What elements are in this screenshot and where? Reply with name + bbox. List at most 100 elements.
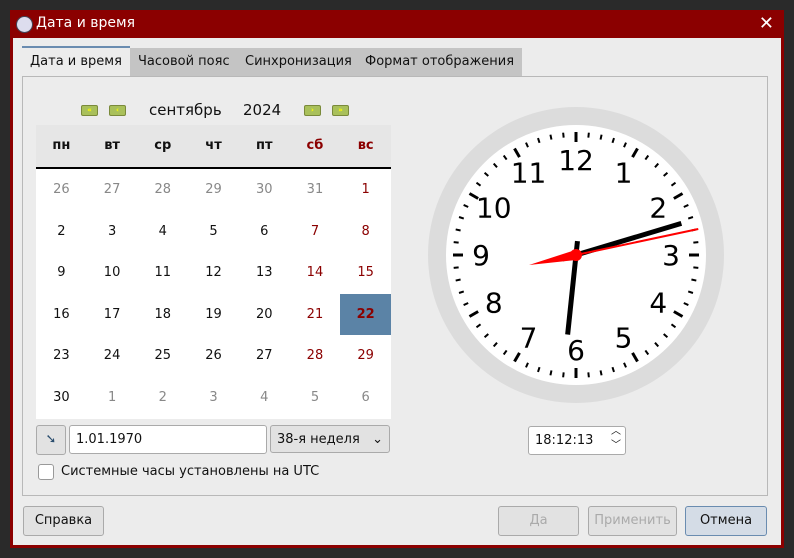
- clock-number: 6: [567, 334, 585, 367]
- calendar-day[interactable]: 26: [36, 169, 87, 211]
- calendar-day[interactable]: 3: [87, 211, 138, 253]
- clock-tick: [453, 241, 459, 244]
- close-button[interactable]: ✕: [759, 13, 774, 34]
- utc-checkbox-label[interactable]: Системные часы установлены на UTC: [61, 464, 319, 479]
- today-button[interactable]: ➘: [36, 425, 66, 455]
- utc-checkbox[interactable]: [38, 464, 54, 480]
- weekday-5: сб: [306, 138, 324, 153]
- ok-button[interactable]: Да: [498, 506, 579, 536]
- clock-tick: [587, 372, 590, 378]
- clock-tick: [549, 134, 553, 140]
- clock-number: 4: [649, 287, 667, 320]
- time-spinbox[interactable]: 18:12:13 ︿ ﹀: [528, 426, 626, 455]
- calendar-day[interactable]: 6: [239, 211, 290, 253]
- calendar-day[interactable]: 3: [188, 377, 239, 419]
- clock-number: 11: [511, 157, 547, 190]
- dialog-client: Дата и время Часовой пояс Синхронизация …: [13, 38, 781, 545]
- calendar-week: 23 24 25 26 27 28 29: [36, 335, 391, 377]
- calendar-day[interactable]: 31: [290, 169, 341, 211]
- calendar-day[interactable]: 28: [137, 169, 188, 211]
- calendar-day[interactable]: 11: [137, 252, 188, 294]
- weekday-header: пн вт ср чт пт сб вс: [36, 125, 391, 169]
- apply-button[interactable]: Применить: [588, 506, 677, 536]
- clock-tick: [549, 370, 553, 376]
- calendar-day[interactable]: 22: [340, 293, 392, 336]
- calendar-day[interactable]: 2: [36, 211, 87, 253]
- tab-panel: « ‹ сентябрь 2024 › » пн вт ср чт пт сб вс 26 2…: [22, 76, 768, 496]
- prev-year-button[interactable]: «: [81, 105, 98, 116]
- tab-date-time[interactable]: Дата и время: [22, 46, 130, 76]
- calendar-day[interactable]: 6: [340, 377, 391, 419]
- week-select[interactable]: 38-я неделя ⌄: [270, 425, 390, 453]
- clock-number: 9: [472, 239, 490, 272]
- calendar-day[interactable]: 29: [340, 335, 391, 377]
- calendar-day[interactable]: 17: [87, 294, 138, 336]
- calendar-day[interactable]: 27: [87, 169, 138, 211]
- next-year-button[interactable]: »: [332, 105, 349, 116]
- calendar-nav: « ‹ сентябрь 2024 › »: [81, 101, 381, 119]
- calendar-day[interactable]: 7: [290, 211, 341, 253]
- calendar-day[interactable]: 23: [36, 335, 87, 377]
- jump-arrow-icon: ➘: [45, 432, 57, 447]
- calendar-day[interactable]: 1: [87, 377, 138, 419]
- calendar-day[interactable]: 20: [239, 294, 290, 336]
- calendar-day[interactable]: 4: [137, 211, 188, 253]
- calendar-day[interactable]: 4: [239, 377, 290, 419]
- tab-timezone[interactable]: Часовой пояс: [130, 48, 238, 76]
- clock-number: 5: [615, 321, 633, 354]
- week-select-value: 38-я неделя: [277, 432, 360, 447]
- calendar-day[interactable]: 2: [137, 377, 188, 419]
- weekday-1: вт: [104, 138, 120, 153]
- tab-display-format[interactable]: Формат отображения: [357, 48, 523, 76]
- calendar-day[interactable]: 18: [137, 294, 188, 336]
- month-label[interactable]: сентябрь: [149, 101, 222, 119]
- clock-number: 8: [485, 287, 503, 320]
- calendar-day[interactable]: 28: [290, 335, 341, 377]
- clock-tick: [453, 266, 459, 269]
- time-value: 18:12:13: [535, 433, 594, 448]
- calendar-day[interactable]: 27: [239, 335, 290, 377]
- clock-number: 7: [520, 321, 538, 354]
- date-input[interactable]: 1.01.1970: [69, 425, 267, 454]
- tab-sync[interactable]: Синхронизация: [237, 48, 360, 76]
- calendar-day[interactable]: 30: [36, 377, 87, 419]
- chevron-down-icon: ⌄: [372, 432, 383, 447]
- calendar-day[interactable]: 16: [36, 294, 87, 336]
- calendar-day[interactable]: 10: [87, 252, 138, 294]
- prev-month-button[interactable]: ‹: [109, 105, 126, 116]
- weekday-6: вс: [357, 138, 374, 153]
- next-month-button[interactable]: ›: [304, 105, 321, 116]
- clock-app-icon: [16, 16, 33, 33]
- year-label[interactable]: 2024: [243, 101, 281, 119]
- calendar-day[interactable]: 25: [137, 335, 188, 377]
- clock-tick: [562, 132, 565, 138]
- clock-tick: [587, 132, 590, 138]
- clock-tick: [693, 241, 699, 244]
- clock-tick: [455, 228, 461, 232]
- calendar-day[interactable]: 13: [239, 252, 290, 294]
- calendar-day[interactable]: 9: [36, 252, 87, 294]
- calendar-day[interactable]: 15: [340, 252, 391, 294]
- calendar-day[interactable]: 24: [87, 335, 138, 377]
- clock-tick: [693, 266, 699, 269]
- calendar-day[interactable]: 5: [188, 211, 239, 253]
- calendar-day[interactable]: 19: [188, 294, 239, 336]
- calendar-day[interactable]: 26: [188, 335, 239, 377]
- clock-number: 2: [649, 192, 667, 225]
- clock-center: [570, 249, 582, 261]
- calendar-day[interactable]: 8: [340, 211, 391, 253]
- title-bar[interactable]: Дата и время ✕: [10, 10, 784, 38]
- spin-arrows-icon[interactable]: ︿ ﹀: [611, 425, 621, 453]
- weekday-4: пт: [255, 138, 273, 153]
- calendar-day[interactable]: 21: [290, 294, 341, 336]
- calendar-day[interactable]: 30: [239, 169, 290, 211]
- calendar-day[interactable]: 12: [188, 252, 239, 294]
- calendar-day[interactable]: 1: [340, 169, 391, 211]
- calendar-day[interactable]: 14: [290, 252, 341, 294]
- clock-tick: [455, 278, 461, 282]
- cancel-button[interactable]: Отмена: [685, 506, 767, 536]
- calendar-day[interactable]: 5: [290, 377, 341, 419]
- help-button[interactable]: Справка: [23, 506, 104, 536]
- clock-number: 3: [662, 239, 680, 272]
- calendar-day[interactable]: 29: [188, 169, 239, 211]
